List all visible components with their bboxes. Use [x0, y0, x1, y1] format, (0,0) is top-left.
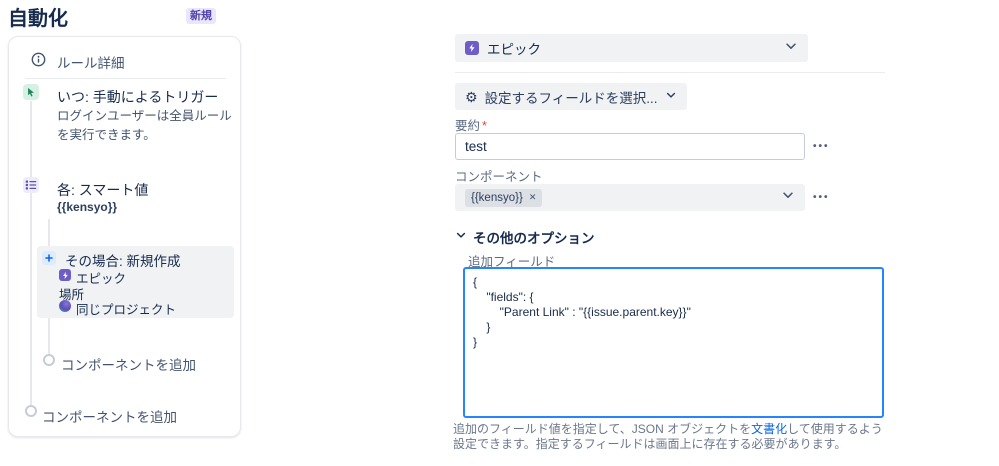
- branch-item-title[interactable]: 各: スマート値: [57, 180, 148, 200]
- automation-rule-builder: 自動化 新規 ルール詳細 いつ: 手動によるトリガー ログインユーザーは全員ルー…: [0, 0, 999, 466]
- chevron-down-icon: [455, 228, 467, 246]
- choose-fields-label: 設定するフィールドを選択...: [484, 90, 658, 106]
- additional-fields-textarea[interactable]: { "fields": { "Parent Link" : "{{issue.p…: [463, 267, 884, 418]
- summary-field-label: 要約 *: [455, 115, 487, 134]
- add-component-inner[interactable]: コンポーネントを追加: [61, 354, 196, 374]
- summary-input[interactable]: [455, 133, 805, 160]
- issue-type-select[interactable]: エピック: [455, 34, 808, 62]
- chevron-down-icon: [665, 89, 677, 104]
- epic-issue-type-icon: [465, 41, 479, 55]
- gear-icon: ⚙: [465, 88, 478, 105]
- component-tag: {{kensyo}} ✕: [465, 188, 543, 207]
- trigger-item-title[interactable]: いつ: 手動によるトリガー: [57, 87, 218, 107]
- epic-issue-type-icon: [59, 269, 71, 281]
- components-more-menu-icon[interactable]: •••: [813, 192, 830, 203]
- new-badge: 新規: [186, 8, 216, 25]
- choose-fields-button[interactable]: ⚙ 設定するフィールドを選択...: [455, 83, 687, 110]
- chevron-down-icon: [781, 188, 795, 207]
- smart-value-branch-icon: [23, 177, 39, 193]
- more-options-label: その他のオプション: [473, 231, 595, 246]
- help-text-before: 追加のフィールド値を指定して、JSON オブジェクトを: [453, 422, 752, 436]
- branch-smart-value: {{kensyo}}: [57, 200, 118, 214]
- panel-divider: [25, 78, 226, 79]
- manual-trigger-cursor-icon: [23, 84, 39, 100]
- summary-label-text: 要約: [455, 119, 481, 133]
- page-title: 自動化: [8, 8, 68, 30]
- component-tag-label: {{kensyo}}: [471, 191, 523, 204]
- add-component-circle-icon: [43, 354, 55, 366]
- components-field-label: コンポーネント: [455, 170, 543, 184]
- required-asterisk: *: [482, 119, 487, 133]
- add-component-outer[interactable]: コンポーネントを追加: [42, 406, 177, 426]
- help-documentation-link[interactable]: 文書化: [751, 422, 787, 436]
- info-icon: [31, 52, 46, 67]
- add-component-circle-icon: [25, 405, 37, 417]
- issue-type-selected-value: エピック: [487, 42, 541, 57]
- create-action-plus-icon: [42, 251, 56, 265]
- connector-line-main: [30, 101, 32, 405]
- action-card-title: その場合: 新規作成: [65, 254, 181, 269]
- chevron-down-icon: [784, 39, 798, 58]
- summary-more-menu-icon[interactable]: •••: [813, 141, 830, 152]
- additional-fields-help-text: 追加のフィールド値を指定して、JSON オブジェクトを文書化して使用するよう設定…: [453, 422, 890, 452]
- rule-details-item[interactable]: ルール詳細: [57, 52, 125, 72]
- tag-remove-icon[interactable]: ✕: [529, 192, 537, 203]
- more-options-toggle[interactable]: その他のオプション: [455, 227, 595, 247]
- rule-chain-panel: ルール詳細 いつ: 手動によるトリガー ログインユーザーは全員ルールを実行できま…: [8, 36, 241, 437]
- components-select[interactable]: {{kensyo}} ✕: [455, 184, 805, 211]
- editor-divider: [455, 72, 885, 73]
- trigger-item-description: ログインユーザーは全員ルールを実行できます。: [57, 109, 232, 142]
- action-card-location-value: 同じプロジェクト: [76, 303, 177, 317]
- same-project-globe-icon: [59, 300, 71, 312]
